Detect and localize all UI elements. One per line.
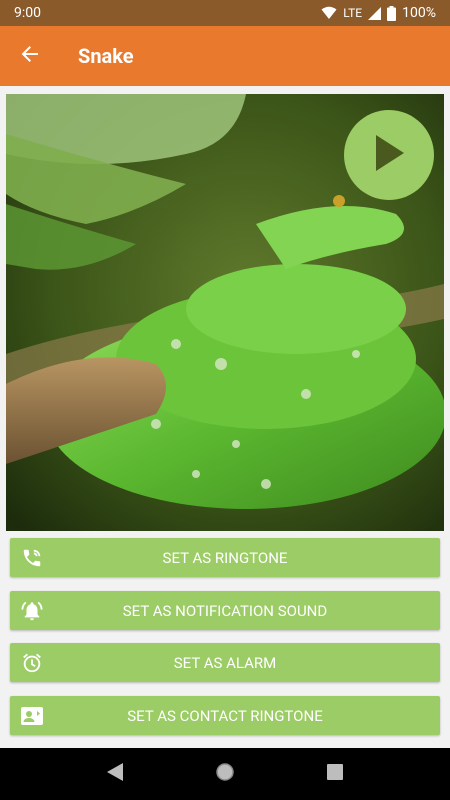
- nav-back-button[interactable]: [95, 754, 135, 794]
- content-area: SET AS RINGTONE SET AS NOTIFICATION SOUN…: [0, 86, 450, 748]
- back-button[interactable]: [0, 26, 60, 86]
- page-title: Snake: [78, 44, 134, 68]
- phone-ring-icon: [20, 546, 44, 570]
- status-bar: 9:00 LTE 100%: [0, 0, 450, 26]
- nav-home-button[interactable]: [205, 754, 245, 794]
- bell-ring-icon: [20, 599, 44, 623]
- snake-image: [6, 94, 444, 531]
- battery-icon: [387, 5, 397, 21]
- status-time: 9:00: [14, 5, 41, 21]
- set-ringtone-label: SET AS RINGTONE: [162, 548, 288, 567]
- navigation-bar: [0, 748, 450, 800]
- set-alarm-button[interactable]: SET AS ALARM: [10, 643, 440, 682]
- home-circle-icon: [215, 762, 235, 786]
- set-notification-button[interactable]: SET AS NOTIFICATION SOUND: [10, 591, 440, 630]
- set-contact-ringtone-button[interactable]: SET AS CONTACT RINGTONE: [10, 696, 440, 735]
- play-icon: [374, 135, 404, 175]
- set-contact-ringtone-label: SET AS CONTACT RINGTONE: [127, 706, 323, 725]
- recents-square-icon: [327, 764, 343, 784]
- set-alarm-label: SET AS ALARM: [173, 653, 277, 672]
- battery-label: 100%: [402, 5, 436, 21]
- status-icons: LTE 100%: [321, 5, 436, 21]
- contact-card-icon: [20, 704, 44, 728]
- alarm-clock-icon: [20, 651, 44, 675]
- app-bar: Snake: [0, 26, 450, 86]
- arrow-back-icon: [20, 44, 40, 68]
- back-triangle-icon: [107, 763, 123, 785]
- set-notification-label: SET AS NOTIFICATION SOUND: [122, 601, 328, 620]
- set-ringtone-button[interactable]: SET AS RINGTONE: [10, 538, 440, 577]
- network-label: LTE: [343, 6, 363, 20]
- wifi-icon: [321, 6, 337, 20]
- signal-icon: [368, 6, 382, 20]
- play-button[interactable]: [344, 110, 434, 200]
- nav-recents-button[interactable]: [315, 754, 355, 794]
